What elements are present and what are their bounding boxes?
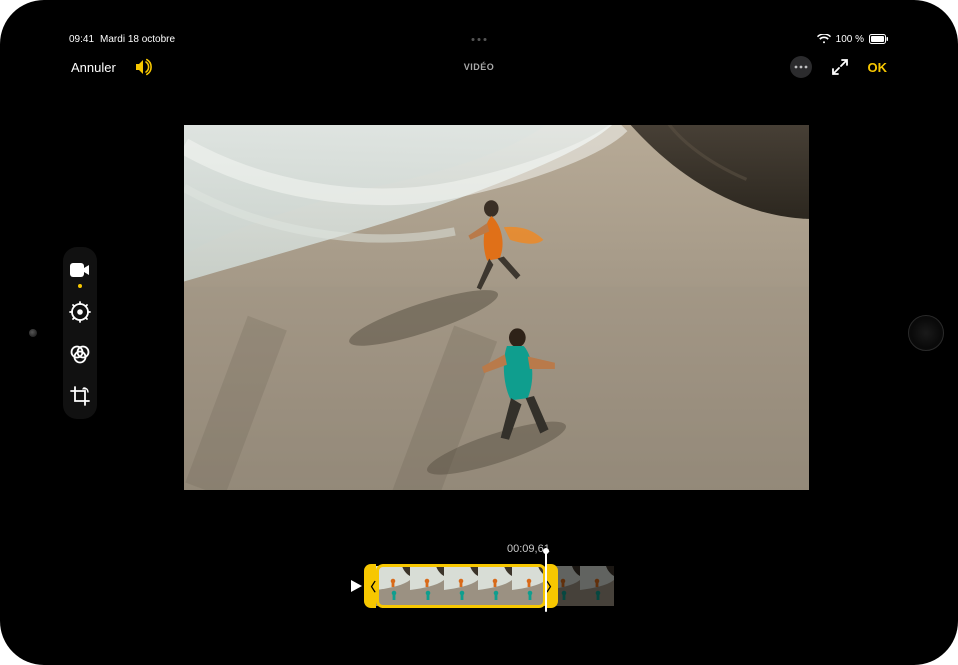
status-date: Mardi 18 octobre [100, 34, 175, 45]
timeline-thumbnail[interactable] [580, 566, 614, 606]
timeline-thumbnail[interactable] [410, 566, 444, 606]
ipad-frame: 09:41 Mardi 18 octobre 100 % Annuler [0, 0, 958, 665]
editor-top-bar: Annuler VIDÉO OK [59, 52, 899, 82]
battery-percentage: 100 % [836, 34, 864, 45]
trim-handle-right[interactable]: 〉 [546, 564, 558, 608]
volume-icon[interactable] [132, 55, 156, 79]
tool-adjust[interactable] [67, 299, 93, 325]
trim-handle-left[interactable]: 〈 [364, 564, 376, 608]
tool-video[interactable] [67, 257, 93, 283]
timeline-thumbnail[interactable] [444, 566, 478, 606]
frame-strip[interactable]: 〈〉 [376, 566, 614, 606]
done-button[interactable]: OK [868, 60, 888, 75]
home-button[interactable] [908, 315, 944, 351]
cancel-button[interactable]: Annuler [71, 60, 116, 75]
edit-tool-sidebar [63, 247, 97, 419]
timeline: 〈〉 [344, 565, 614, 607]
fullscreen-icon[interactable] [828, 55, 852, 79]
video-preview[interactable] [184, 125, 809, 490]
screen: 09:41 Mardi 18 octobre 100 % Annuler [59, 30, 899, 635]
timeline-thumbnail[interactable] [478, 566, 512, 606]
mode-title: VIDÉO [464, 62, 495, 72]
tool-filters[interactable] [67, 341, 93, 367]
front-camera [29, 329, 37, 337]
active-indicator [78, 284, 82, 288]
battery-icon [869, 34, 889, 44]
multitask-indicator [472, 38, 487, 41]
timecode-label: 00:09,61 [507, 543, 550, 555]
more-button[interactable] [790, 56, 812, 78]
tool-crop[interactable] [67, 383, 93, 409]
timeline-thumbnail[interactable] [512, 566, 546, 606]
status-time: 09:41 [69, 34, 94, 45]
wifi-icon [817, 34, 831, 44]
timeline-thumbnail[interactable] [376, 566, 410, 606]
status-bar: 09:41 Mardi 18 octobre 100 % [59, 30, 899, 48]
